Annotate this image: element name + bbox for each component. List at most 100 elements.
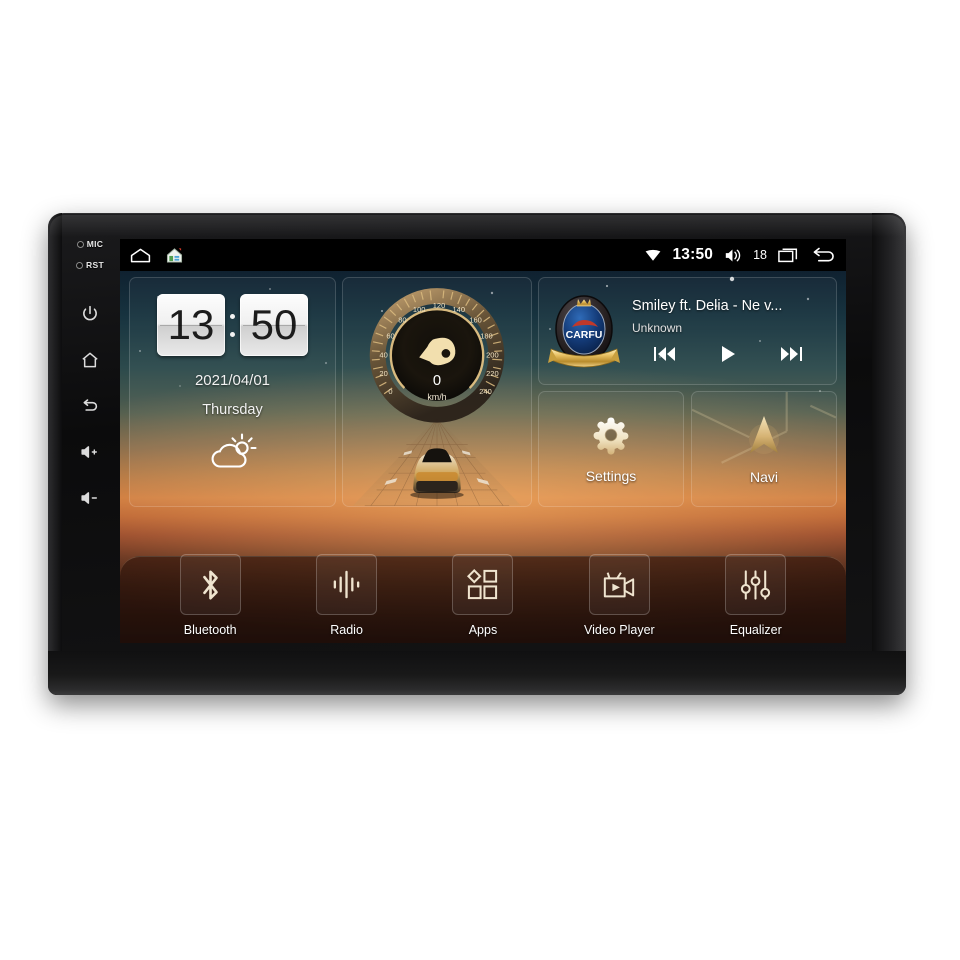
radio-label: Radio: [330, 623, 363, 637]
media-text-block: Smiley ft. Delia - Ne v... Unknown: [623, 298, 830, 364]
status-time: 13:50: [672, 246, 714, 263]
track-artist: Unknown: [632, 321, 683, 335]
weather-icon-wrap[interactable]: [204, 429, 262, 478]
media-controls: [632, 344, 830, 364]
gear-icon: [593, 417, 629, 455]
dock-item-equalizer[interactable]: Equalizer: [713, 554, 799, 637]
clock-minutes: 50: [240, 294, 308, 356]
device-right-bevel: [872, 213, 906, 695]
radio-waves-icon: [333, 570, 360, 599]
play-icon: [721, 346, 735, 362]
recent-apps-icon[interactable]: [778, 247, 800, 263]
back-arrow-icon: [83, 398, 97, 411]
equalizer-icon-wrap[interactable]: [725, 554, 787, 615]
track-title: Smiley ft. Delia - Ne v...: [632, 298, 783, 314]
dock-item-radio[interactable]: Radio: [304, 554, 390, 637]
navigation-arrow-icon: [749, 416, 779, 454]
speed-unit: km/h: [427, 392, 446, 402]
speed-tick-80: 80: [398, 316, 406, 325]
hardware-button-column: MIC RST: [68, 235, 112, 535]
dock-item-apps[interactable]: Apps: [440, 554, 526, 637]
menu-icon[interactable]: [129, 248, 152, 263]
volume-icon: [724, 248, 742, 263]
volume-up-icon: [81, 446, 97, 458]
wifi-icon-glyph: [646, 249, 661, 261]
volume-down-icon: [81, 492, 97, 504]
mic-led-dot: [76, 240, 84, 248]
speed-tick-200: 200: [486, 350, 499, 359]
media-player-widget[interactable]: CARFU Smiley ft. Delia - Ne v... Unknown: [538, 277, 837, 385]
speed-tick-240: 240: [479, 387, 492, 396]
mic-indicator: MIC: [76, 239, 104, 249]
carfu-badge-logo: CARFU: [548, 295, 620, 368]
home-button[interactable]: [77, 347, 103, 373]
speedometer-graphic: 0 20 40 60 80 100 120 140 160 180 200 22…: [352, 288, 522, 506]
speed-tick-180: 180: [480, 332, 493, 341]
speed-tick-140: 140: [452, 305, 465, 314]
navi-tile[interactable]: Navi: [691, 391, 837, 507]
skip-previous-icon: [653, 347, 675, 361]
reset-led-dot: [76, 261, 84, 269]
video-player-icon-wrap[interactable]: [588, 554, 650, 615]
previous-track-button[interactable]: [653, 345, 677, 363]
power-button[interactable]: [77, 301, 103, 327]
bluetooth-icon-wrap[interactable]: [179, 554, 241, 615]
next-track-button[interactable]: [779, 345, 803, 363]
reset-label: RST: [86, 260, 104, 270]
speed-tick-20: 20: [379, 369, 387, 378]
device-bottom-bezel: [48, 651, 906, 695]
skip-next-icon: [781, 347, 803, 361]
radio-icon-wrap[interactable]: [316, 554, 378, 615]
back-button[interactable]: [77, 393, 103, 419]
status-bar: 13:50 18: [120, 239, 846, 271]
device-left-bevel: [48, 213, 62, 695]
speed-tick-120: 120: [433, 301, 446, 310]
dock-item-video-player[interactable]: Video Player: [576, 554, 662, 637]
touchscreen[interactable]: 13 50 2021/04/01 Thursday 0 20 40 60 80 …: [120, 239, 846, 643]
speed-tick-60: 60: [386, 332, 394, 341]
volume-up-button[interactable]: [77, 439, 103, 465]
reset-indicator[interactable]: RST: [76, 260, 104, 270]
play-button[interactable]: [718, 344, 738, 364]
power-icon: [83, 305, 97, 321]
car-head-unit-device: MIC RST 13 50 2021/04/01 Thursday 0 20 4…: [48, 213, 906, 695]
bluetooth-icon: [202, 569, 218, 600]
speed-tick-0: 0: [388, 387, 392, 396]
volume-level: 18: [753, 248, 767, 262]
settings-label: Settings: [585, 468, 637, 484]
album-art[interactable]: CARFU: [545, 285, 623, 377]
clock-weekday: Thursday: [202, 402, 263, 418]
album-art-text: CARFU: [566, 329, 603, 341]
back-arrow-icon-glyph: [813, 247, 834, 261]
camcorder-icon: [604, 571, 635, 597]
speed-value: 0: [433, 373, 441, 389]
house-app-icon: [166, 248, 183, 263]
speed-tick-160: 160: [469, 316, 482, 325]
clock-widget[interactable]: 13 50 2021/04/01 Thursday: [129, 277, 336, 507]
speed-tick-40: 40: [379, 350, 387, 359]
settings-tile[interactable]: Settings: [538, 391, 684, 507]
speed-tick-220: 220: [486, 369, 499, 378]
mic-label: MIC: [86, 239, 104, 249]
apps-grid-icon: [467, 568, 498, 600]
menu-icon-glyph: [130, 248, 151, 262]
apps-label: Apps: [468, 623, 498, 637]
volume-icon-glyph: [725, 249, 741, 261]
equalizer-sliders-icon: [741, 569, 771, 600]
partly-cloudy-icon: [211, 433, 257, 468]
equalizer-label: Equalizer: [729, 623, 782, 637]
speedometer-widget[interactable]: 0 20 40 60 80 100 120 140 160 180 200 22…: [342, 277, 532, 507]
speed-tick-100: 100: [413, 305, 426, 314]
apps-icon-wrap[interactable]: [452, 554, 514, 615]
clock-colon: [228, 313, 237, 337]
flip-clock: 13 50: [157, 294, 308, 356]
clock-date: 2021/04/01: [194, 372, 271, 389]
app-dock: Bluetooth Radio Apps Video Player Equali…: [120, 525, 846, 643]
volume-down-button[interactable]: [77, 485, 103, 511]
bluetooth-label: Bluetooth: [183, 623, 237, 637]
wifi-icon: [645, 249, 661, 262]
recent-apps-icon-glyph: [778, 248, 798, 263]
launcher-house-icon[interactable]: [166, 247, 183, 263]
dock-item-bluetooth[interactable]: Bluetooth: [167, 554, 253, 637]
back-arrow-icon[interactable]: [811, 247, 836, 264]
